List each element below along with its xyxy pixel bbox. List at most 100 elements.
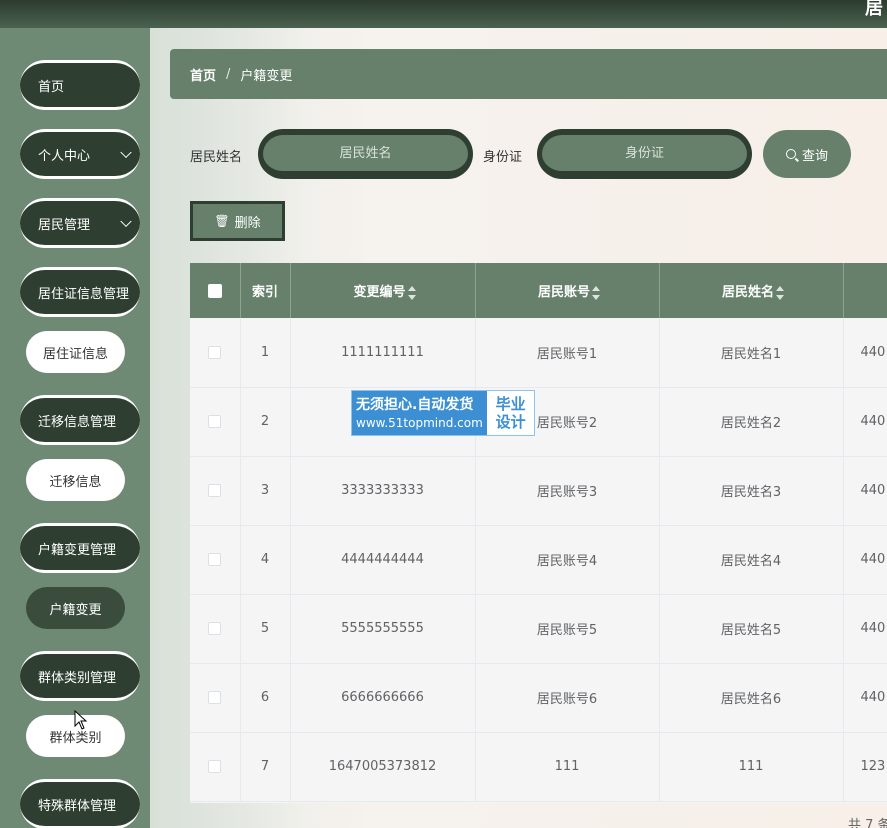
select-all-checkbox[interactable] [207, 283, 222, 298]
table-row: 2 2 居民账号2 居民姓名2 440 [190, 387, 887, 457]
row-select-cell[interactable] [190, 663, 241, 733]
sidebar-item-resident-management[interactable]: 居民管理 [20, 198, 140, 248]
watermark-line1: 无须担心.自动发货 [356, 397, 474, 413]
cell-account: 111 [475, 732, 660, 802]
cell-extra: 440 [843, 594, 887, 664]
cell-account: 居民账号3 [475, 456, 660, 526]
cell-name: 居民姓名2 [659, 387, 844, 457]
cell-account: 居民账号5 [475, 594, 660, 664]
table-row: 5 5555555555 居民账号5 居民姓名5 440 [190, 594, 887, 664]
cell-index: 4 [240, 525, 291, 595]
cell-change-no: 1647005373812 [290, 732, 476, 802]
trash-icon: 🗑 [214, 214, 230, 228]
delete-button-label: 删除 [234, 215, 261, 231]
table-header-row: 索引 变更编号 居民账号 居民姓名 [190, 263, 887, 318]
sidebar-item-label: 个人中心 [38, 148, 91, 164]
cell-name: 居民姓名1 [659, 318, 844, 388]
sidebar-item-migration-management[interactable]: 迁移信息管理 [20, 395, 140, 445]
data-table: 索引 变更编号 居民账号 居民姓名 1 1111111111 居民账号1 居民姓… [190, 263, 887, 803]
cell-change-no: 4444444444 [290, 525, 476, 595]
cell-change-no: 5555555555 [290, 594, 476, 664]
query-button-label: 查询 [801, 148, 828, 164]
breadcrumb-separator: / [226, 66, 231, 82]
cell-account: 居民账号4 [475, 525, 660, 595]
sidebar-item-special-group-management[interactable]: 特殊群体管理 [20, 779, 140, 828]
row-select-cell[interactable] [190, 525, 241, 595]
resident-name-label: 居民姓名 [190, 150, 243, 165]
row-checkbox[interactable] [208, 345, 222, 359]
cell-index: 6 [240, 663, 291, 733]
cell-name: 居民姓名6 [659, 663, 844, 733]
sidebar-subitem-residence-permit[interactable]: 居住证信息 [26, 331, 125, 373]
row-checkbox[interactable] [208, 622, 222, 635]
id-card-input[interactable] [537, 129, 752, 179]
row-checkbox[interactable] [208, 415, 222, 428]
table-row: 3 3333333333 居民账号3 居民姓名3 440 [190, 456, 887, 526]
cell-index: 2 [240, 387, 291, 457]
sidebar-item-label: 居民管理 [38, 217, 91, 233]
cell-extra: 440 [843, 456, 887, 526]
column-header-label: 变更编号 [353, 285, 406, 300]
sidebar-subitem-migration[interactable]: 迁移信息 [26, 459, 125, 501]
sidebar-item-label: 居住证信息管理 [38, 286, 130, 302]
breadcrumb: 首页 / 户籍变更 [170, 49, 887, 99]
row-select-cell[interactable] [190, 318, 241, 388]
row-select-cell[interactable] [190, 732, 241, 802]
sidebar-item-residence-permit-management[interactable]: 居住证信息管理 [20, 267, 140, 317]
cell-name: 居民姓名4 [659, 525, 844, 595]
table-row: 1 1111111111 居民账号1 居民姓名1 440 [190, 318, 887, 388]
query-button[interactable]: 查询 [763, 130, 851, 178]
cell-index: 1 [240, 318, 291, 388]
delete-button[interactable]: 🗑 删除 [190, 201, 285, 241]
select-all-cell[interactable] [190, 263, 241, 318]
resident-name-input[interactable] [258, 129, 473, 179]
chevron-down-icon [120, 215, 132, 228]
breadcrumb-current: 户籍变更 [240, 68, 293, 84]
sidebar-item-household-change-management[interactable]: 户籍变更管理 [20, 523, 140, 573]
cell-extra: 440 [843, 387, 887, 457]
cell-index: 7 [240, 732, 291, 802]
cell-extra: 440 [843, 663, 887, 733]
sidebar-subitem-label: 居住证信息 [42, 346, 108, 362]
row-select-cell[interactable] [190, 594, 241, 664]
column-header-change-no[interactable]: 变更编号 [290, 263, 476, 318]
cell-name: 111 [659, 732, 844, 802]
sidebar-item-personal-center[interactable]: 个人中心 [20, 129, 140, 179]
row-checkbox[interactable] [208, 691, 222, 704]
row-checkbox[interactable] [208, 760, 222, 773]
row-checkbox[interactable] [208, 484, 222, 497]
sidebar-subitem-label: 户籍变更 [49, 602, 102, 618]
cell-extra: 123 [843, 732, 887, 802]
watermark-ad-banner[interactable]: 无须担心.自动发货 www.51topmind.com 毕业 设计 [351, 390, 535, 436]
sidebar-item-label: 特殊群体管理 [38, 798, 117, 814]
row-select-cell[interactable] [190, 387, 241, 457]
watermark-text-block: 无须担心.自动发货 www.51topmind.com [352, 391, 487, 435]
cell-index: 5 [240, 594, 291, 664]
table-row: 4 4444444444 居民账号4 居民姓名4 440 [190, 525, 887, 595]
watermark-badge-line2: 设计 [495, 413, 526, 431]
column-header-name[interactable]: 居民姓名 [659, 263, 844, 318]
sidebar-item-label: 户籍变更管理 [38, 542, 117, 558]
column-header-label: 居民账号 [537, 285, 590, 300]
sidebar-item-home[interactable]: 首页 [20, 60, 140, 110]
breadcrumb-home[interactable]: 首页 [190, 65, 216, 84]
top-bar: 居 [0, 0, 887, 28]
column-header-account[interactable]: 居民账号 [475, 263, 660, 318]
row-select-cell[interactable] [190, 456, 241, 526]
cell-change-no: 6666666666 [290, 663, 476, 733]
cell-extra: 440 [843, 525, 887, 595]
search-icon [785, 149, 796, 159]
cell-index: 3 [240, 456, 291, 526]
cell-change-no: 1111111111 [290, 318, 476, 388]
sidebar-subitem-household-change[interactable]: 户籍变更 [26, 587, 125, 629]
column-header-label: 居民姓名 [721, 285, 774, 300]
cell-name: 居民姓名5 [659, 594, 844, 664]
sidebar-subitem-label: 迁移信息 [49, 474, 102, 490]
pagination-total: 共 7 条 [848, 818, 887, 828]
row-checkbox[interactable] [208, 553, 222, 566]
watermark-badge-line1: 毕业 [495, 395, 526, 413]
cell-account: 居民账号1 [475, 318, 660, 388]
id-card-label: 身份证 [483, 150, 523, 165]
sidebar-item-group-category-management[interactable]: 群体类别管理 [20, 651, 140, 701]
cell-change-no: 3333333333 [290, 456, 476, 526]
